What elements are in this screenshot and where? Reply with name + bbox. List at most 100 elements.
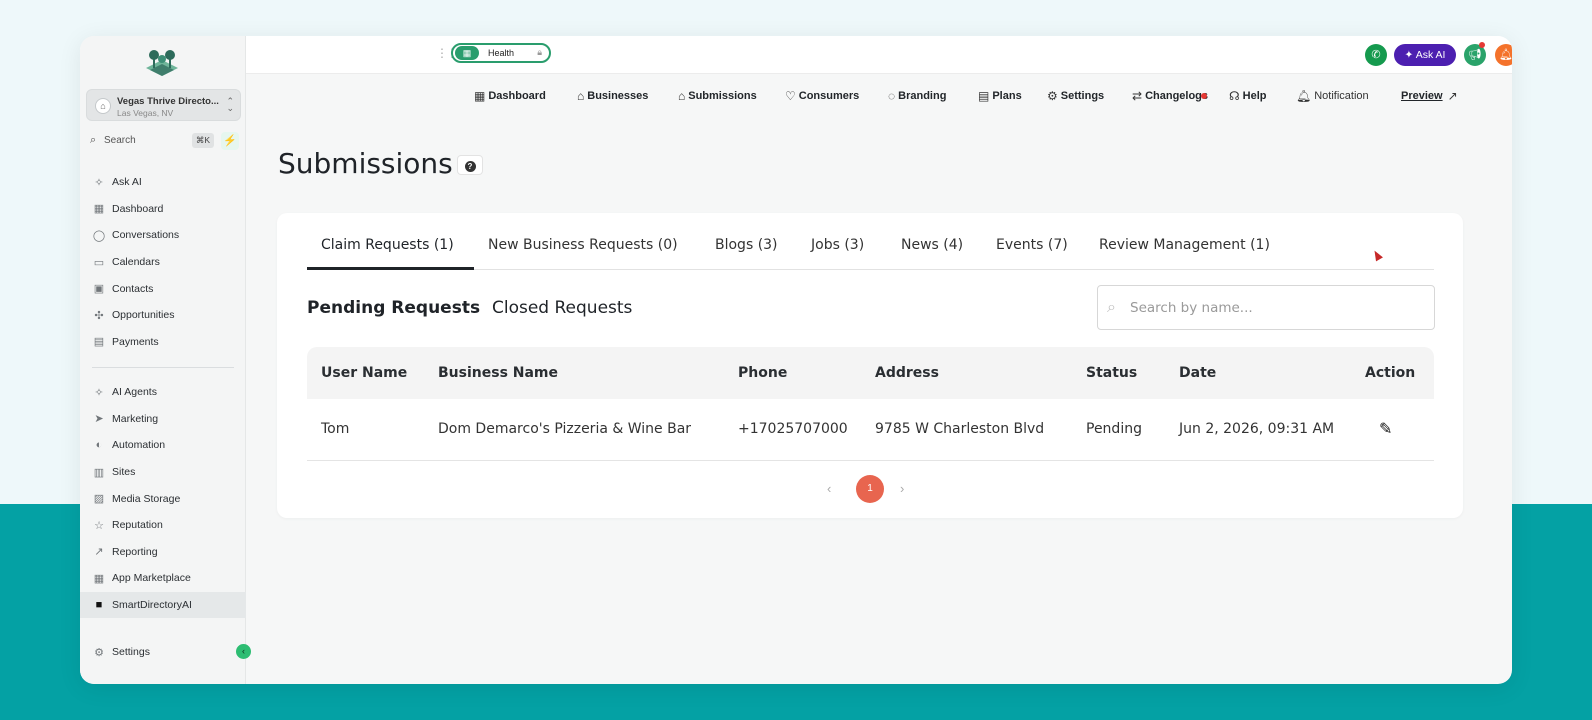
chevron-left-icon[interactable]: ‹	[827, 481, 831, 496]
ask-ai-button[interactable]: ✦ Ask AI	[1394, 44, 1456, 66]
nav-help[interactable]: ☊ Help	[1229, 89, 1267, 103]
chevron-right-icon[interactable]: ›	[900, 481, 904, 496]
sidebar-item-conversations[interactable]: ◯ Conversations	[80, 222, 246, 249]
cell-user-name: Tom	[321, 421, 350, 437]
nav-submissions[interactable]: ⌂ Submissions	[678, 89, 757, 103]
nav-dashboard[interactable]: ▦ Dashboard	[474, 89, 546, 103]
sidebar-item-marketing[interactable]: ➤ Marketing	[80, 406, 246, 433]
nav-label: Help	[1242, 90, 1267, 102]
collapse-sidebar-button[interactable]: ‹	[236, 644, 251, 659]
notification-dot	[1479, 42, 1485, 48]
sidebar-item-label: Settings	[112, 646, 150, 659]
tab-review-management[interactable]: Review Management (1)	[1099, 237, 1270, 253]
branding-icon: ◌	[888, 89, 896, 103]
page-number-current[interactable]: 1	[856, 475, 884, 503]
sidebar-nav-bottom: ✧ AI Agents ➤ Marketing ◐ Automation ▥ Sites…	[80, 379, 246, 619]
nav-businesses[interactable]: ⌂ Businesses	[577, 89, 648, 103]
sidebar-item-ai-agents[interactable]: ✧ AI Agents	[80, 379, 246, 406]
ask-ai-label: Ask AI	[1415, 49, 1446, 61]
gear-icon: ⚙	[94, 646, 104, 659]
sidebar-item-label: Dashboard	[112, 202, 164, 215]
search-icon: ⌕	[1107, 299, 1116, 316]
submissions-card: Claim Requests (1) New Business Requests…	[277, 213, 1463, 518]
sidebar-item-ask-ai[interactable]: ✧ Ask AI	[80, 169, 246, 196]
nav-plans[interactable]: ▤ Plans	[978, 89, 1022, 103]
swap-arrows-icon: ⇄	[1132, 89, 1143, 103]
sidebar-item-opportunities[interactable]: ✣ Opportunities	[80, 302, 246, 329]
cell-phone: +17025707000	[738, 421, 848, 437]
tab-new-business-requests[interactable]: New Business Requests (0)	[488, 237, 678, 253]
subtab-closed-requests[interactable]: Closed Requests	[492, 298, 632, 318]
sparkle-icon: ✦	[1404, 49, 1416, 61]
sidebar-item-calendars[interactable]: ▭ Calendars	[80, 249, 246, 276]
column-header: Address	[875, 365, 939, 381]
opportunities-icon: ✣	[94, 309, 104, 322]
edit-pencil-icon[interactable]: ✎	[1379, 419, 1392, 439]
phone-button[interactable]: ✆	[1365, 44, 1387, 66]
sidebar-item-sites[interactable]: ▥ Sites	[80, 459, 246, 486]
tab-jobs[interactable]: Jobs (3)	[811, 237, 864, 253]
tab-news[interactable]: News (4)	[901, 237, 963, 253]
quick-action-bolt-icon[interactable]: ⚡	[221, 132, 239, 150]
pagination: ‹ 1 ›	[827, 475, 927, 505]
location-switcher[interactable]: ⌂ Vegas Thrive Directo... Las Vegas, NV …	[86, 89, 241, 121]
nav-notification[interactable]: 🔔︎ Notification	[1296, 89, 1369, 103]
sidebar-item-settings[interactable]: ⚙ Settings	[80, 639, 246, 666]
external-link-icon: ↗	[1447, 89, 1458, 103]
nav-preview[interactable]: Preview ↗	[1401, 89, 1461, 103]
nav-consumers[interactable]: ♡ Consumers	[785, 89, 859, 103]
nav-label: Consumers	[798, 90, 860, 102]
sidebar-item-contacts[interactable]: ▣ Contacts	[80, 275, 246, 302]
sidebar: ⌂ Vegas Thrive Directo... Las Vegas, NV …	[80, 36, 246, 684]
tab-claim-requests[interactable]: Claim Requests (1)	[321, 237, 454, 253]
sidebar-item-label: Automation	[112, 439, 166, 452]
lock-icon: 🔒︎	[537, 47, 542, 57]
chat-icon: ◯	[92, 229, 106, 242]
question-icon: ?	[464, 161, 476, 172]
health-toggle[interactable]: ▦ Health 🔒︎	[451, 43, 551, 63]
sidebar-search[interactable]: ⌕ Search ⌘K	[86, 132, 214, 150]
megaphone-icon: 📢︎	[1468, 49, 1482, 61]
trend-icon: ↗	[94, 546, 104, 559]
health-label: Health	[488, 48, 515, 58]
app-logo[interactable]	[144, 46, 180, 80]
tab-blogs[interactable]: Blogs (3)	[715, 237, 778, 253]
book-icon: ■	[95, 599, 103, 612]
title-help-button[interactable]: ?	[457, 155, 483, 175]
sidebar-item-payments[interactable]: ▤ Payments	[80, 329, 246, 356]
sidebar-item-label: Payments	[112, 335, 159, 348]
location-name: Vegas Thrive Directo...	[117, 96, 219, 107]
sidebar-search-placeholder: Search	[104, 135, 136, 146]
calendar-icon: ▭	[93, 256, 105, 269]
sidebar-item-reputation[interactable]: ☆ Reputation	[80, 512, 246, 539]
column-header: Phone	[738, 365, 788, 381]
tab-events[interactable]: Events (7)	[996, 237, 1068, 253]
nav-label: Settings	[1060, 90, 1105, 102]
sites-icon: ▥	[93, 466, 105, 479]
sidebar-item-smartdirectoryai[interactable]: ■ SmartDirectoryAI	[80, 591, 246, 619]
nav-branding[interactable]: ◌ Branding	[888, 89, 946, 103]
sidebar-item-reporting[interactable]: ↗ Reporting	[80, 539, 246, 566]
sidebar-nav-top: ✧ Ask AI ▦ Dashboard ◯ Conversations ▭ Calen…	[80, 169, 246, 355]
table-row[interactable]: Tom Dom Demarco's Pizzeria & Wine Bar +1…	[307, 399, 1434, 461]
subtab-pending-requests[interactable]: Pending Requests	[307, 298, 480, 318]
sidebar-item-automation[interactable]: ◐ Automation	[80, 432, 246, 459]
sidebar-item-media-storage[interactable]: ▨ Media Storage	[80, 485, 246, 512]
changelogs-dot	[1201, 93, 1207, 99]
cell-address: 9785 W Charleston Blvd	[875, 421, 1045, 437]
plans-icon: ▤	[978, 89, 990, 103]
notifications-button[interactable]: 🔔︎	[1495, 44, 1512, 66]
nav-label: Preview	[1401, 90, 1443, 102]
column-header: Date	[1179, 365, 1217, 381]
nav-changelogs[interactable]: ⇄ Changelogs	[1132, 89, 1208, 103]
cell-date: Jun 2, 2026, 09:31 AM	[1179, 421, 1335, 437]
gear-icon: ⚙	[1047, 89, 1058, 103]
sidebar-item-app-marketplace[interactable]: ▦ App Marketplace	[80, 565, 246, 592]
search-by-name: ⌕	[1097, 285, 1435, 330]
active-tab-indicator	[307, 267, 474, 270]
nav-settings[interactable]: ⚙ Settings	[1047, 89, 1104, 103]
sidebar-item-dashboard[interactable]: ▦ Dashboard	[80, 196, 246, 223]
grid-icon: ▦	[93, 203, 105, 216]
search-input[interactable]	[1130, 296, 1420, 320]
nav-label: Businesses	[587, 90, 649, 102]
